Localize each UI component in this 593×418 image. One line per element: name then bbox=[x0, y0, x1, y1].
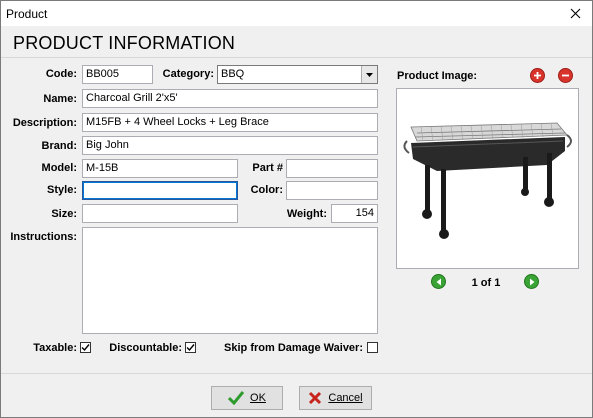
taxable-label: Taxable: bbox=[33, 342, 77, 354]
size-label: Size: bbox=[51, 208, 77, 220]
description-field[interactable]: M15FB + 4 Wheel Locks + Leg Brace bbox=[82, 113, 378, 132]
discountable-label: Discountable: bbox=[109, 342, 182, 354]
checkmark-icon bbox=[228, 391, 245, 405]
discountable-checkbox[interactable] bbox=[185, 342, 196, 353]
previous-image-button[interactable] bbox=[431, 274, 446, 289]
next-image-button[interactable] bbox=[524, 274, 539, 289]
name-field[interactable]: Charcoal Grill 2'x5' bbox=[82, 89, 378, 108]
model-field[interactable]: M-15B bbox=[82, 159, 238, 178]
add-circle-icon bbox=[534, 72, 541, 79]
instructions-label: Instructions: bbox=[10, 231, 77, 243]
ok-label: OK bbox=[250, 392, 266, 404]
style-label: Style: bbox=[47, 184, 77, 196]
header-band: PRODUCT INFORMATION bbox=[1, 26, 592, 58]
product-image-frame bbox=[396, 88, 579, 269]
remove-circle-icon bbox=[562, 74, 569, 77]
add-image-button[interactable] bbox=[530, 68, 545, 83]
size-field[interactable] bbox=[82, 204, 238, 223]
title-bar: Product bbox=[1, 1, 592, 26]
footer-bar: OK Cancel bbox=[1, 373, 592, 417]
category-value: BBQ bbox=[221, 68, 245, 80]
product-image bbox=[403, 122, 572, 239]
name-label: Name: bbox=[43, 93, 77, 105]
instructions-textarea[interactable] bbox=[82, 227, 378, 334]
description-label: Description: bbox=[12, 117, 77, 129]
arrow-right-icon bbox=[529, 278, 534, 285]
ok-button[interactable]: OK bbox=[211, 386, 283, 410]
form-area: Code: BB005 Category: BBQ Name: Charcoal… bbox=[1, 58, 592, 373]
category-dropdown-button[interactable] bbox=[361, 66, 377, 83]
skip-damage-waiver-checkbox[interactable] bbox=[367, 342, 378, 353]
cancel-button[interactable]: Cancel bbox=[299, 386, 372, 410]
style-field[interactable] bbox=[82, 181, 238, 200]
close-icon bbox=[570, 8, 580, 19]
checkmark-icon bbox=[81, 344, 90, 352]
page-title: PRODUCT INFORMATION bbox=[13, 33, 236, 53]
color-label: Color: bbox=[250, 184, 283, 196]
image-pager: 1 of 1 bbox=[471, 277, 501, 289]
product-image-label: Product Image: bbox=[397, 70, 478, 82]
category-label: Category: bbox=[162, 68, 214, 80]
weight-label: Weight: bbox=[286, 208, 327, 220]
chevron-down-icon bbox=[366, 72, 373, 77]
window-title: Product bbox=[6, 7, 48, 21]
code-field[interactable]: BB005 bbox=[82, 65, 153, 84]
weight-field[interactable]: 154 bbox=[331, 204, 378, 223]
cancel-label: Cancel bbox=[328, 392, 363, 404]
arrow-left-icon bbox=[436, 278, 441, 285]
remove-image-button[interactable] bbox=[558, 68, 573, 83]
model-label: Model: bbox=[41, 162, 77, 174]
code-label: Code: bbox=[45, 68, 77, 80]
brand-label: Brand: bbox=[41, 140, 77, 152]
brand-field[interactable]: Big John bbox=[82, 136, 378, 155]
skip-damage-waiver-label: Skip from Damage Waiver: bbox=[224, 342, 363, 354]
product-dialog: Product PRODUCT INFORMATION Code: BB005 … bbox=[0, 0, 593, 418]
color-field[interactable] bbox=[286, 181, 378, 200]
checkmark-icon bbox=[186, 344, 195, 352]
close-icon bbox=[309, 391, 322, 405]
taxable-checkbox[interactable] bbox=[80, 342, 91, 353]
close-button[interactable] bbox=[558, 1, 592, 26]
part-number-field[interactable] bbox=[286, 159, 378, 178]
part-label: Part # bbox=[252, 162, 283, 174]
category-select[interactable]: BBQ bbox=[217, 65, 378, 84]
